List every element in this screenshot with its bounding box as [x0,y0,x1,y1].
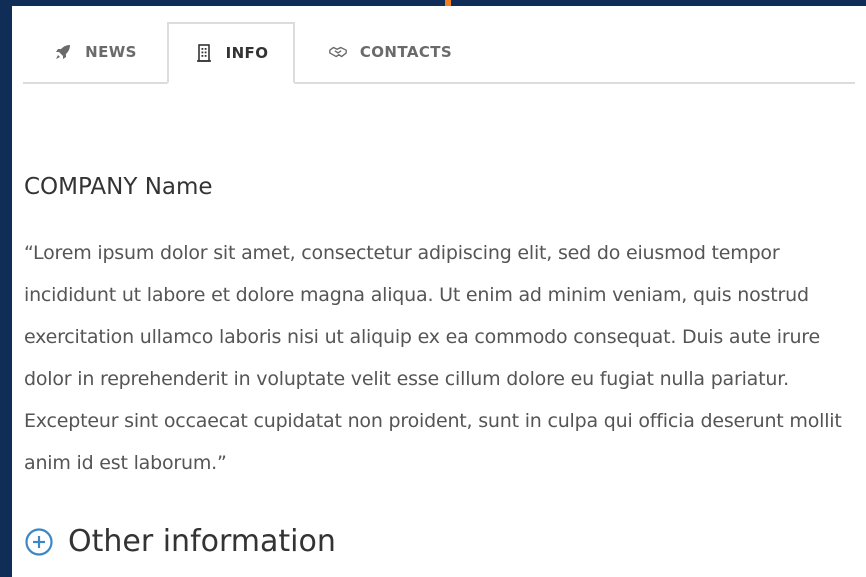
tab-news-label: NEWS [85,43,137,61]
content-panel: NEWS INFO CONTACTS COMPANY Name “Lorem i… [12,6,866,577]
tab-bar: NEWS INFO CONTACTS [23,20,855,84]
tab-contacts[interactable]: CONTACTS [295,22,485,82]
tab-info-label: INFO [225,44,269,62]
tab-news[interactable]: NEWS [23,22,167,82]
building-icon [194,43,214,63]
other-information-toggle[interactable]: Other information [24,524,336,559]
tab-info[interactable]: INFO [167,22,295,84]
company-description: “Lorem ipsum dolor sit amet, consectetur… [24,242,842,474]
company-name: COMPANY Name [24,174,213,200]
plus-circle-icon [24,527,54,557]
tab-contacts-label: CONTACTS [359,43,453,61]
rocket-icon [53,42,73,62]
handshake-icon [328,42,348,62]
other-information-label: Other information [68,524,336,559]
